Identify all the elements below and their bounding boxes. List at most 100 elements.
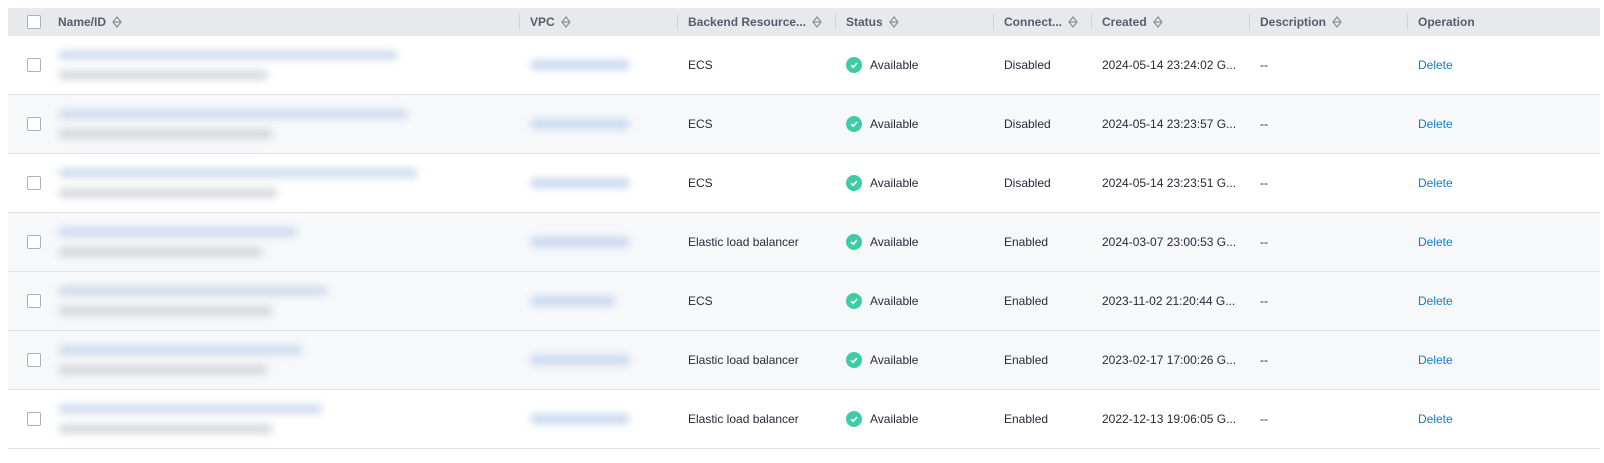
vpc-cell[interactable]: [520, 154, 678, 212]
name-cell[interactable]: [48, 390, 520, 448]
header-vpc-label: VPC: [530, 15, 555, 29]
backend-type: Elastic load balancer: [688, 353, 799, 367]
status-cell: Available: [836, 213, 994, 271]
description-text: --: [1260, 58, 1268, 72]
name-cell[interactable]: [48, 154, 520, 212]
header-status-label: Status: [846, 15, 883, 29]
sort-icon[interactable]: [1068, 16, 1078, 28]
backend-type: Elastic load balancer: [688, 412, 799, 426]
vpc-cell[interactable]: [520, 272, 678, 330]
vpc-cell[interactable]: [520, 390, 678, 448]
select-all-checkbox[interactable]: [27, 15, 41, 29]
status-cell: Available: [836, 331, 994, 389]
backend-type: Elastic load balancer: [688, 235, 799, 249]
vpc-cell[interactable]: [520, 213, 678, 271]
created-text: 2024-03-07 23:00:53 G...: [1102, 235, 1237, 249]
row-checkbox[interactable]: [27, 294, 41, 308]
row-checkbox-cell: [8, 36, 48, 94]
header-description[interactable]: Description: [1250, 8, 1408, 36]
name-cell[interactable]: [48, 272, 520, 330]
row-checkbox[interactable]: [27, 117, 41, 131]
header-vpc[interactable]: VPC: [520, 8, 678, 36]
delete-link[interactable]: Delete: [1418, 235, 1453, 249]
delete-link[interactable]: Delete: [1418, 412, 1453, 426]
backend-cell: Elastic load balancer: [678, 213, 836, 271]
created-cell: 2023-02-17 17:00:26 G...: [1092, 331, 1250, 389]
connection-text: Disabled: [1004, 176, 1051, 190]
redacted-vpc: [530, 414, 630, 424]
description-cell: --: [1250, 36, 1408, 94]
check-circle-icon: [846, 57, 862, 73]
row-checkbox[interactable]: [27, 176, 41, 190]
check-circle-icon: [846, 411, 862, 427]
connection-text: Disabled: [1004, 117, 1051, 131]
status-text: Available: [870, 235, 919, 249]
delete-link[interactable]: Delete: [1418, 294, 1453, 308]
table-header: Name/ID VPC Backend Resource... Status C…: [8, 8, 1600, 36]
connection-cell: Disabled: [994, 36, 1092, 94]
backend-type: ECS: [688, 176, 713, 190]
name-cell[interactable]: [48, 36, 520, 94]
operation-cell: Delete: [1408, 272, 1598, 330]
table-row: Elastic load balancer Available Enabled …: [8, 213, 1600, 272]
operation-cell: Delete: [1408, 95, 1598, 153]
status-text: Available: [870, 117, 919, 131]
delete-link[interactable]: Delete: [1418, 353, 1453, 367]
check-circle-icon: [846, 293, 862, 309]
header-name[interactable]: Name/ID: [48, 8, 520, 36]
sort-icon[interactable]: [560, 16, 571, 28]
sort-icon[interactable]: [888, 16, 899, 28]
row-checkbox[interactable]: [27, 412, 41, 426]
connection-text: Enabled: [1004, 294, 1049, 308]
connection-cell: Disabled: [994, 154, 1092, 212]
redacted-name-id: [58, 213, 298, 271]
description-cell: --: [1250, 154, 1408, 212]
status-cell: Available: [836, 154, 994, 212]
backend-cell: Elastic load balancer: [678, 331, 836, 389]
header-status[interactable]: Status: [836, 8, 994, 36]
operation-cell: Delete: [1408, 36, 1598, 94]
table-row: ECS Available Disabled 2024-05-14 23:23:…: [8, 154, 1600, 213]
table-row: ECS Available Disabled 2024-05-14 23:24:…: [8, 36, 1600, 95]
delete-link[interactable]: Delete: [1418, 58, 1453, 72]
header-backend[interactable]: Backend Resource...: [678, 8, 836, 36]
description-cell: --: [1250, 390, 1408, 448]
name-cell[interactable]: [48, 331, 520, 389]
row-checkbox-cell: [8, 390, 48, 448]
redacted-name-id: [58, 331, 303, 389]
created-text: 2024-05-14 23:24:02 G...: [1102, 58, 1237, 72]
row-checkbox-cell: [8, 95, 48, 153]
created-cell: 2022-12-13 19:06:05 G...: [1092, 390, 1250, 448]
created-cell: 2024-05-14 23:23:57 G...: [1092, 95, 1250, 153]
header-connection-label: Connect...: [1004, 15, 1063, 29]
vpc-cell[interactable]: [520, 331, 678, 389]
name-cell[interactable]: [48, 213, 520, 271]
created-text: 2022-12-13 19:06:05 G...: [1102, 412, 1237, 426]
row-checkbox-cell: [8, 213, 48, 271]
vpc-cell[interactable]: [520, 95, 678, 153]
vpc-cell[interactable]: [520, 36, 678, 94]
header-name-label: Name/ID: [58, 15, 107, 29]
row-checkbox-cell: [8, 331, 48, 389]
sort-icon[interactable]: [812, 16, 822, 28]
sort-icon[interactable]: [1152, 16, 1163, 28]
header-connection[interactable]: Connect...: [994, 8, 1092, 36]
status-cell: Available: [836, 36, 994, 94]
delete-link[interactable]: Delete: [1418, 176, 1453, 190]
delete-link[interactable]: Delete: [1418, 117, 1453, 131]
sort-icon[interactable]: [1332, 16, 1342, 28]
sort-icon[interactable]: [112, 16, 122, 28]
operation-cell: Delete: [1408, 331, 1598, 389]
status-text: Available: [870, 294, 919, 308]
row-checkbox[interactable]: [27, 58, 41, 72]
status-text: Available: [870, 412, 919, 426]
row-checkbox[interactable]: [27, 235, 41, 249]
connection-text: Enabled: [1004, 412, 1049, 426]
header-created[interactable]: Created: [1092, 8, 1250, 36]
status-text: Available: [870, 353, 919, 367]
row-checkbox[interactable]: [27, 353, 41, 367]
name-cell[interactable]: [48, 95, 520, 153]
backend-cell: Elastic load balancer: [678, 390, 836, 448]
description-cell: --: [1250, 95, 1408, 153]
redacted-vpc: [530, 60, 630, 70]
